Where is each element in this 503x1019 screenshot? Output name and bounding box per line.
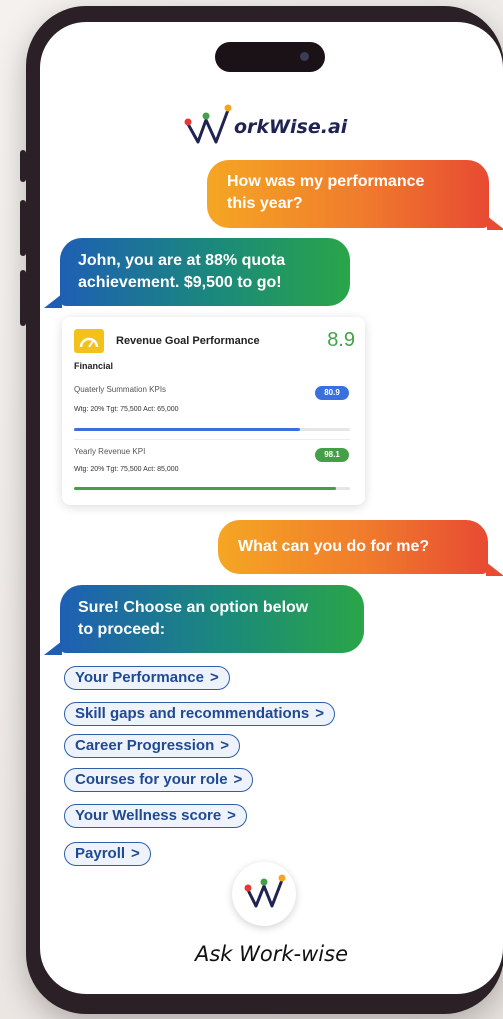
phone-screen: orkWise.ai How was my performance this y… xyxy=(40,22,503,994)
bubble-tail xyxy=(486,562,503,576)
camera-icon xyxy=(300,52,309,61)
kpi-progress-fill xyxy=(74,428,301,431)
kpi-name: Quaterly Summation KPIs xyxy=(74,385,167,394)
option-label: Your Wellness score xyxy=(75,807,222,824)
bubble-tail xyxy=(44,641,62,655)
bot-message: Sure! Choose an option below to proceed: xyxy=(60,585,364,653)
bubble-tail xyxy=(44,294,62,308)
option-career-progression[interactable]: Career Progression > xyxy=(64,734,240,758)
chevron-right-icon: > xyxy=(233,771,243,788)
chevron-right-icon: > xyxy=(220,737,229,754)
option-label: Career Progression xyxy=(75,737,215,754)
message-text: this year? xyxy=(227,195,303,212)
option-label: Your Performance xyxy=(75,669,204,686)
kpi-name: Yearly Revenue KPI xyxy=(74,447,146,456)
chevron-right-icon: > xyxy=(209,669,219,686)
kpi-score-badge: 80.9 xyxy=(315,386,349,400)
option-label: Courses for your role xyxy=(75,771,228,788)
option-label: Skill gaps and recommendations xyxy=(75,705,310,722)
option-courses[interactable]: Courses for your role > xyxy=(64,768,254,792)
kpi-score-badge: 98.1 xyxy=(315,448,349,462)
kpi-meta: Wtg: 20% Tgt: 75,500 Act: 85,000 xyxy=(74,466,179,473)
bubble-tail xyxy=(487,216,503,230)
kpi-progress-fill xyxy=(74,487,337,490)
chevron-right-icon: > xyxy=(131,845,140,862)
workwise-logo: orkWise.ai xyxy=(182,102,382,150)
option-label: Payroll xyxy=(75,845,126,862)
message-text: John, you are at 88% quota xyxy=(78,252,286,269)
card-title: Revenue Goal Performance xyxy=(116,335,260,347)
kpi-progress-track xyxy=(74,428,350,431)
user-message: What can you do for me? xyxy=(218,520,488,574)
message-text: Sure! Choose an option below xyxy=(78,599,309,616)
ask-workwise-label: Ask Work-wise xyxy=(195,942,348,966)
message-text: achievement. $9,500 to go! xyxy=(78,274,282,291)
card-category: Financial xyxy=(74,361,114,371)
gauge-icon xyxy=(74,329,104,353)
message-text: How was my performance xyxy=(227,173,425,190)
option-skill-gaps[interactable]: Skill gaps and recommendations > xyxy=(64,702,335,726)
dynamic-island xyxy=(215,42,325,72)
message-text: to proceed: xyxy=(78,621,166,638)
phone-side-button xyxy=(20,270,26,326)
option-wellness-score[interactable]: Your Wellness score > xyxy=(64,804,247,828)
option-payroll[interactable]: Payroll > xyxy=(64,842,151,866)
bot-message: John, you are at 88% quota achievement. … xyxy=(60,238,350,306)
ask-workwise-button[interactable] xyxy=(232,862,296,926)
workwise-logo-mark xyxy=(184,104,232,144)
chevron-right-icon: > xyxy=(227,807,236,824)
card-score: 8.9 xyxy=(327,329,355,351)
phone-side-button xyxy=(20,150,26,182)
kpi-meta: Wtg: 20% Tgt: 75,500 Act: 65,000 xyxy=(74,406,179,413)
user-message: How was my performance this year? xyxy=(207,160,489,228)
divider xyxy=(74,439,350,440)
brand-name: orkWise.ai xyxy=(234,116,348,138)
kpi-progress-track xyxy=(74,487,350,490)
revenue-performance-card[interactable]: Revenue Goal Performance 8.9 Financial Q… xyxy=(62,317,365,505)
message-text: What can you do for me? xyxy=(238,538,430,555)
workwise-logo-mark xyxy=(244,874,286,908)
option-your-performance[interactable]: Your Performance > xyxy=(64,666,230,690)
chevron-right-icon: > xyxy=(315,705,324,722)
phone-side-button xyxy=(20,200,26,256)
